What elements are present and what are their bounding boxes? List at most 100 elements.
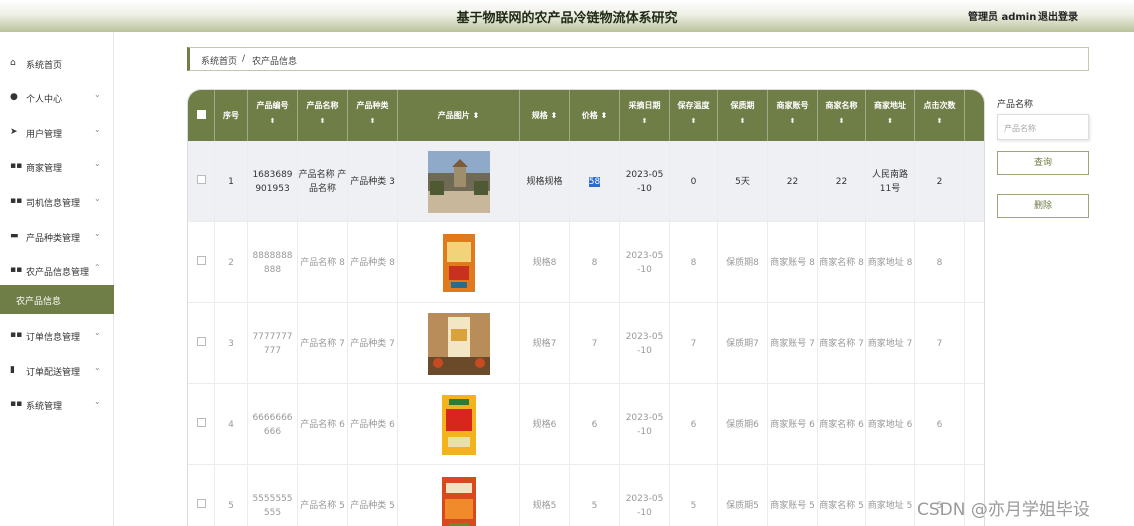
cell-merchant-address: 商家地址 8 [867, 257, 913, 268]
sidebar-item-label: 系统管理 [26, 402, 63, 412]
col-spec[interactable]: 规格 ⬍ [520, 90, 570, 141]
col-shelf-life[interactable]: 保质期 ⬍ [718, 90, 768, 141]
col-product-name[interactable]: 产品名称 ⬍ [298, 90, 348, 141]
sidebar-item-users[interactable]: ➤ 用户管理 ⌄ [0, 123, 114, 143]
cell-pick-date: 2023-05 -10 [625, 250, 664, 275]
cell-merchant-account: 商家账号 5 [770, 500, 815, 511]
sidebar-item-label: 订单配送管理 [26, 368, 81, 378]
chevron-down-icon: ⌄ [94, 159, 101, 168]
column-title: 产品编号 [256, 101, 289, 110]
col-merchant-name[interactable]: 商家名称 ⬍ [818, 90, 866, 141]
chevron-down-icon: ⌄ [94, 363, 101, 372]
sidebar-item-merchants[interactable]: ▪▪ 商家管理 ⌄ [0, 157, 114, 177]
sidebar-item-drivers[interactable]: ▪▪ 司机信息管理 ⌄ [0, 192, 114, 212]
column-title: 采摘日期 [628, 101, 661, 110]
column-title: 序号 [223, 111, 239, 120]
table-row[interactable]: 2 8888888 888 产品名称 8 产品种类 8 规格8 8 2023-0… [188, 222, 984, 303]
cell-storage-temp: 0 [690, 176, 697, 187]
sort-icon: ⬍ [319, 117, 326, 125]
table-row[interactable]: 4 6666666 666 产品名称 6 产品种类 6 规格6 6 2023-0… [188, 384, 984, 465]
cell-product-name: 产品名称 6 [300, 419, 345, 430]
sidebar-item-label: 农产品信息管理 [26, 268, 90, 278]
sidebar-item-orders[interactable]: ▪▪ 订单信息管理 ⌄ [0, 326, 114, 346]
cell-product-name: 产品名称 8 [300, 257, 345, 268]
cell-spec: 规格规格 [526, 176, 563, 187]
col-product-image[interactable]: 产品图片 ⬍ [398, 90, 520, 141]
breadcrumb: 系统首页 / 农产品信息 [187, 47, 1089, 71]
bar-icon: ▮ [10, 365, 15, 375]
col-product-code[interactable]: 产品编号 ⬍ [248, 90, 298, 141]
col-storage-temp[interactable]: 保存温度 ⬍ [670, 90, 718, 141]
table-row[interactable]: 5 5555555 555 产品名称 5 产品种类 5 规格5 5 2023-0… [188, 465, 984, 526]
col-price[interactable]: 价格 ⬍ [570, 90, 620, 141]
select-all-header [188, 90, 215, 141]
cell-spec: 规格5 [532, 500, 557, 511]
sort-icon: ⬍ [269, 117, 276, 125]
sort-icon: ⬍ [838, 117, 845, 125]
row-checkbox[interactable] [196, 336, 206, 346]
grid-icon: ▪▪ [10, 161, 23, 171]
delete-button[interactable]: 删除 [997, 194, 1089, 218]
cell-price: 58 [588, 176, 601, 187]
sidebar-item-system[interactable]: ▪▪ 系统管理 ⌄ [0, 395, 114, 415]
cell-product-type: 产品种类 6 [350, 419, 395, 430]
col-merchant-address[interactable]: 商家地址 ⬍ [866, 90, 915, 141]
select-all-checkbox[interactable] [196, 110, 206, 119]
search-input[interactable]: 产品名称 [997, 114, 1089, 140]
cell-merchant-account: 商家账号 8 [770, 257, 815, 268]
cell-product-type: 产品种类 8 [350, 257, 395, 268]
sort-icon: ⬍ [600, 111, 608, 120]
cell-merchant-name: 商家名称 8 [819, 257, 864, 268]
cell-merchant-name: 22 [835, 176, 848, 187]
sidebar-item-product-types[interactable]: ▬ 产品种类管理 ⌄ [0, 227, 114, 247]
product-image [441, 394, 476, 455]
breadcrumb-home[interactable]: 系统首页 [201, 54, 237, 67]
cell-price: 8 [591, 257, 598, 268]
row-checkbox[interactable] [196, 174, 206, 184]
col-click-count[interactable]: 点击次数 ⬍ [915, 90, 965, 141]
query-button[interactable]: 查询 [997, 151, 1089, 175]
sidebar-item-label: 商家管理 [26, 164, 63, 174]
row-checkbox[interactable] [196, 255, 206, 265]
cell-merchant-address: 商家地址 7 [867, 338, 913, 349]
sort-icon: ⬍ [690, 117, 697, 125]
top-header: 基于物联网的农产品冷链物流体系研究 管理员 admin 退出登录 [0, 0, 1134, 32]
row-checkbox[interactable] [196, 498, 206, 508]
col-product-type[interactable]: 产品种类 ⬍ [348, 90, 398, 141]
sort-icon: ⬍ [369, 117, 376, 125]
sidebar-item-label: 系统首页 [26, 61, 63, 71]
cell-product-code: 8888888 888 [252, 250, 293, 275]
col-index[interactable]: 序号 [215, 90, 248, 141]
cell-product-type: 产品种类 3 [350, 176, 395, 187]
column-title: 商家账号 [776, 101, 809, 110]
grid-icon: ▪▪ [10, 265, 23, 275]
watermark: CSDN @亦月学姐毕设 [917, 500, 1090, 520]
search-label: 产品名称 [997, 100, 1034, 110]
sort-icon: ⬍ [550, 111, 558, 120]
cell-click-count: 6 [936, 419, 943, 430]
product-image [427, 150, 490, 213]
table-header: 序号 产品编号 ⬍ 产品名称 ⬍ 产品种类 ⬍ 产品图片 ⬍ 规格 ⬍ 价格 ⬍… [188, 90, 984, 141]
sidebar-item-products[interactable]: ▪▪ 农产品信息管理 ⌃ [0, 261, 114, 281]
send-icon: ➤ [10, 127, 18, 137]
cell-merchant-account: 22 [786, 176, 799, 187]
sidebar-item-label: 司机信息管理 [26, 199, 81, 209]
row-checkbox[interactable] [196, 417, 206, 427]
col-pick-date[interactable]: 采摘日期 ⬍ [620, 90, 670, 141]
column-title: 商家名称 [825, 101, 858, 110]
column-title: 产品种类 [356, 101, 389, 110]
logout-link[interactable]: 退出登录 [1038, 8, 1078, 23]
cell-merchant-account: 商家账号 6 [770, 419, 815, 430]
sidebar-item-delivery[interactable]: ▮ 订单配送管理 ⌄ [0, 361, 114, 381]
cell-price: 6 [591, 419, 598, 430]
col-merchant-account[interactable]: 商家账号 ⬍ [768, 90, 818, 141]
sidebar-subitem-product-info[interactable]: 农产品信息 [0, 285, 114, 314]
cell-merchant-name: 商家名称 6 [819, 419, 864, 430]
sidebar-item-personal[interactable]: ● 个人中心 ⌄ [0, 88, 114, 108]
sidebar-item-label: 个人中心 [26, 95, 63, 105]
table-row[interactable]: 3 7777777 777 产品名称 7 产品种类 7 规格7 7 2023-0… [188, 303, 984, 384]
cell-merchant-account: 商家账号 7 [770, 338, 815, 349]
sidebar-item-home[interactable]: ⌂ 系统首页 [0, 54, 114, 74]
table-row[interactable]: 1 1683689 901953 产品名称 产品名称 产品种类 3 规格规格 5… [188, 141, 984, 222]
sidebar-item-label: 产品种类管理 [26, 234, 81, 244]
